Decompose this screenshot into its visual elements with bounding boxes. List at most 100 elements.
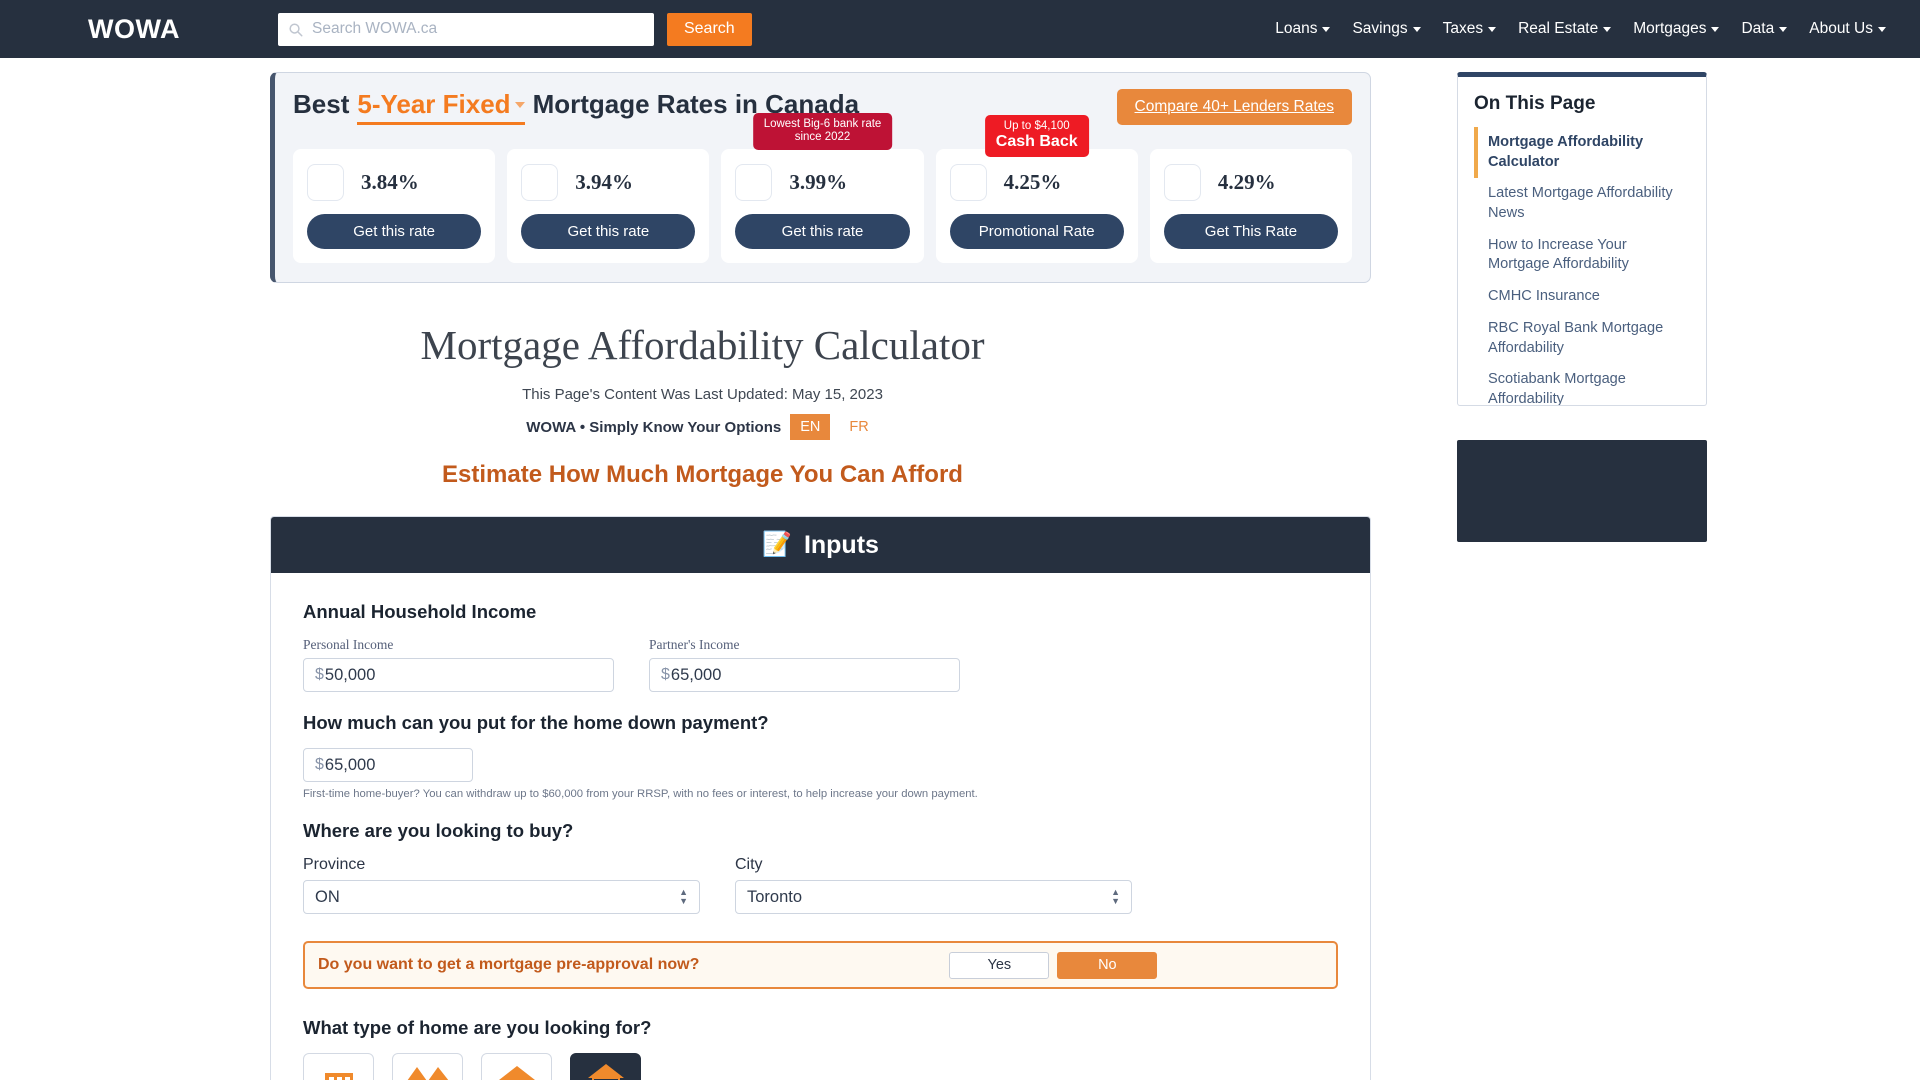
rate-value: 4.29% — [1217, 170, 1276, 194]
nav-label: Mortgages — [1633, 20, 1707, 37]
toc-item-how-to-increase-your-mortgage-affordability[interactable]: How to Increase Your Mortgage Affordabil… — [1474, 230, 1690, 281]
right-sidebar: On This Page Mortgage Affordability Calc… — [1457, 72, 1707, 542]
toc-item-scotiabank-mortgage-affordability[interactable]: Scotiabank Mortgage Affordability — [1474, 364, 1690, 405]
lender-logo — [1163, 164, 1201, 201]
nav-label: Savings — [1352, 20, 1408, 37]
preapproval-yes-button[interactable]: Yes — [949, 951, 1050, 979]
search-button[interactable]: Search — [666, 12, 752, 46]
city-select[interactable]: Toronto ▲ ▼ — [735, 880, 1132, 914]
promotional-rate-button[interactable]: Promotional Rate — [949, 214, 1124, 249]
detached-house-icon — [324, 1073, 353, 1080]
sidebar-ad-placeholder — [1457, 440, 1707, 542]
partner-income-label: Partner's Income — [649, 637, 740, 652]
stepper-icon[interactable]: ▲ ▼ — [679, 888, 688, 906]
toc-item-mortgage-affordability-calculator[interactable]: Mortgage Affordability Calculator — [1474, 127, 1690, 179]
badge-line-2: Cash Back — [995, 132, 1078, 150]
rate-badge-lowest-big6: Lowest Big-6 bank rate since 2022 — [752, 113, 893, 150]
chevron-down-icon — [1412, 26, 1421, 32]
badge-line-2: since 2022 — [794, 130, 851, 143]
search-icon — [289, 22, 303, 36]
income-section-heading: Annual Household Income — [303, 601, 537, 622]
province-field-group: Province ON ▲ ▼ — [303, 856, 700, 914]
rate-card-top: 4.29% — [1163, 164, 1338, 201]
home-type-detached-house[interactable] — [303, 1053, 374, 1080]
rate-value: 4.25% — [1003, 170, 1062, 194]
personal-income-value[interactable] — [324, 665, 602, 685]
province-value: ON — [315, 887, 340, 906]
toc-item-cmhc-insurance[interactable]: CMHC Insurance — [1474, 281, 1690, 313]
nav-label: Data — [1741, 20, 1775, 37]
site-logo[interactable]: WOWA — [88, 14, 180, 45]
rate-card: Lowest Big-6 bank rate since 2022 3.99% … — [721, 113, 924, 263]
nav-item-real-estate[interactable]: Real Estate — [1518, 20, 1612, 38]
home-type-options — [303, 1053, 1338, 1080]
lender-logo — [307, 164, 344, 201]
province-label: Province — [303, 856, 366, 873]
townhouse-icon — [498, 1066, 535, 1080]
search-input[interactable] — [302, 20, 633, 38]
personal-income-input[interactable]: $ — [303, 658, 614, 692]
toc-title: On This Page — [1474, 93, 1596, 114]
search-box[interactable] — [277, 12, 654, 46]
language-toggle-en[interactable]: EN — [790, 414, 831, 440]
get-rate-button[interactable]: Get this rate — [307, 214, 482, 249]
chevron-down-icon — [1779, 26, 1788, 32]
partner-income-value[interactable] — [670, 665, 948, 685]
nav-item-mortgages[interactable]: Mortgages — [1633, 20, 1720, 38]
rate-value: 3.99% — [789, 170, 848, 194]
chevron-down-icon — [1322, 26, 1331, 32]
preapproval-bar: Do you want to get a mortgage pre-approv… — [303, 941, 1338, 989]
site-header: WOWA Search Loans Savings Taxes Real Est… — [0, 0, 1920, 58]
chevron-down-icon — [1878, 26, 1886, 32]
rate-card: 4.29% Get This Rate — [1149, 149, 1353, 263]
inputs-panel: 📝 Inputs Annual Household Income Persona… — [270, 516, 1371, 1080]
condo-icon — [587, 1064, 624, 1080]
home-type-condo[interactable] — [570, 1053, 641, 1080]
stepper-icon[interactable]: ▲ ▼ — [1111, 888, 1120, 906]
get-rate-button[interactable]: Get this rate — [735, 214, 910, 249]
nav-item-data[interactable]: Data — [1741, 20, 1788, 38]
rate-card-top: 3.99% — [735, 164, 909, 201]
search-area: Search — [277, 12, 752, 46]
location-field-row: Province ON ▲ ▼ City Toronto ▲ ▼ — [303, 856, 1338, 914]
page-body: Best 5-Year Fixed Mortgage Rates in Cana… — [0, 58, 1920, 1080]
compare-lenders-button[interactable]: Compare 40+ Lenders Rates — [1116, 89, 1352, 125]
down-payment-hint: First-time home-buyer? You can withdraw … — [303, 788, 978, 800]
nav-label: Loans — [1275, 20, 1318, 37]
nav-item-loans[interactable]: Loans — [1275, 20, 1331, 38]
rate-term-label: 5-Year Fixed — [357, 89, 511, 119]
currency-symbol: $ — [661, 666, 670, 683]
inputs-panel-body: Annual Household Income Personal Income … — [271, 573, 1370, 1080]
toc-item-latest-mortgage-affordability-news[interactable]: Latest Mortgage Affordability News — [1474, 178, 1690, 229]
language-toggle-fr[interactable]: FR — [839, 414, 879, 440]
page-title: Mortgage Affordability Calculator — [420, 322, 985, 368]
inputs-panel-header: 📝 Inputs — [271, 517, 1370, 573]
province-select[interactable]: ON ▲ ▼ — [303, 880, 700, 914]
table-of-contents-card: On This Page Mortgage Affordability Calc… — [1457, 72, 1707, 406]
toc-item-rbc-royal-bank-mortgage-affordability[interactable]: RBC Royal Bank Mortgage Affordability — [1474, 313, 1690, 364]
personal-income-label: Personal Income — [303, 637, 394, 652]
down-payment-input[interactable]: $ — [303, 748, 473, 782]
home-type-townhouse[interactable] — [481, 1053, 552, 1080]
brand-and-language-row: WOWA • Simply Know Your Options EN FR — [0, 414, 1405, 440]
down-payment-value[interactable] — [324, 755, 461, 775]
home-type-semi-detached-house[interactable] — [392, 1053, 463, 1080]
nav-item-taxes[interactable]: Taxes — [1443, 20, 1497, 38]
home-type-heading: What type of home are you looking for? — [303, 1017, 652, 1038]
city-field-group: City Toronto ▲ ▼ — [735, 856, 1132, 914]
get-rate-button[interactable]: Get this rate — [521, 214, 696, 249]
badge-line-1: Up to $4,100 — [1003, 120, 1070, 132]
lender-logo — [521, 164, 559, 201]
city-label: City — [735, 856, 763, 873]
nav-item-about-us[interactable]: About Us — [1809, 20, 1886, 38]
city-value: Toronto — [747, 887, 803, 906]
badge-line-1: Lowest Big-6 bank rate — [763, 118, 882, 130]
semi-detached-house-icon — [407, 1067, 448, 1080]
nav-item-savings[interactable]: Savings — [1352, 20, 1421, 38]
notepad-icon: 📝 — [762, 531, 792, 558]
preapproval-no-button[interactable]: No — [1057, 951, 1158, 979]
best-rates-banner: Best 5-Year Fixed Mortgage Rates in Cana… — [270, 72, 1371, 283]
partner-income-input[interactable]: $ — [649, 658, 960, 692]
rate-term-selector[interactable]: 5-Year Fixed — [357, 89, 525, 125]
get-rate-button[interactable]: Get This Rate — [1163, 214, 1339, 249]
